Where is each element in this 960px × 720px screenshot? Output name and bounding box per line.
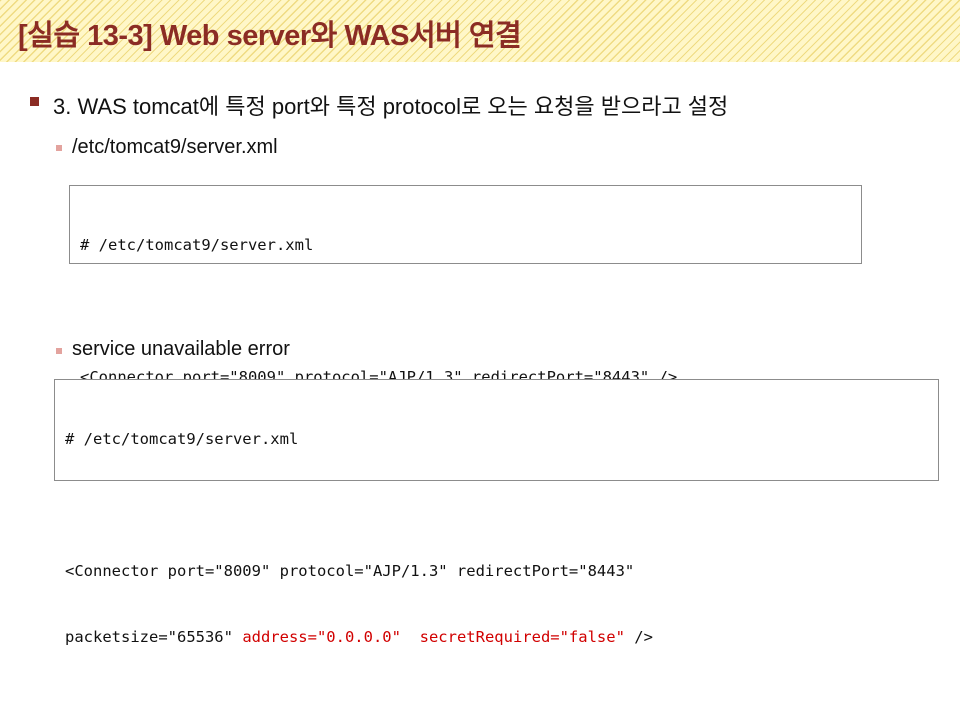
section-1-label: /etc/tomcat9/server.xml bbox=[72, 136, 278, 158]
section-1-bullet-marker bbox=[56, 145, 62, 151]
code-closing-tag: /> bbox=[624, 628, 653, 646]
section-2-bullet-marker bbox=[56, 348, 62, 354]
code-spacer bbox=[80, 300, 851, 322]
code-block-2: # /etc/tomcat9/server.xml <Connector por… bbox=[54, 379, 939, 646]
code-connector-line: <Connector port="8009" protocol="AJP/1.3… bbox=[65, 562, 635, 580]
code-comment: # /etc/tomcat9/server.xml bbox=[80, 236, 314, 254]
code-spacer bbox=[65, 494, 928, 516]
section-2-label: service unavailable error bbox=[72, 338, 290, 360]
code-packetsize: packetsize="65536" bbox=[65, 628, 243, 646]
code-block-1: # /etc/tomcat9/server.xml <Connector por… bbox=[69, 185, 862, 386]
code-connector-line-2: packetsize="65536" address="0.0.0.0" sec… bbox=[65, 626, 928, 648]
code-gap bbox=[401, 628, 420, 646]
code-comment: # /etc/tomcat9/server.xml bbox=[65, 430, 299, 448]
code-secret-required-highlight: secretRequired="false" bbox=[419, 628, 625, 646]
main-bullet-marker bbox=[30, 97, 39, 106]
code-address-highlight: address="0.0.0.0" bbox=[242, 628, 401, 646]
main-bullet-text: 3. WAS tomcat에 특정 port와 특정 protocol로 오는 … bbox=[53, 94, 729, 119]
slide-title: [실습 13-3] Web server와 WAS서버 연결 bbox=[18, 20, 522, 52]
title-bar: [실습 13-3] Web server와 WAS서버 연결 bbox=[0, 0, 960, 62]
